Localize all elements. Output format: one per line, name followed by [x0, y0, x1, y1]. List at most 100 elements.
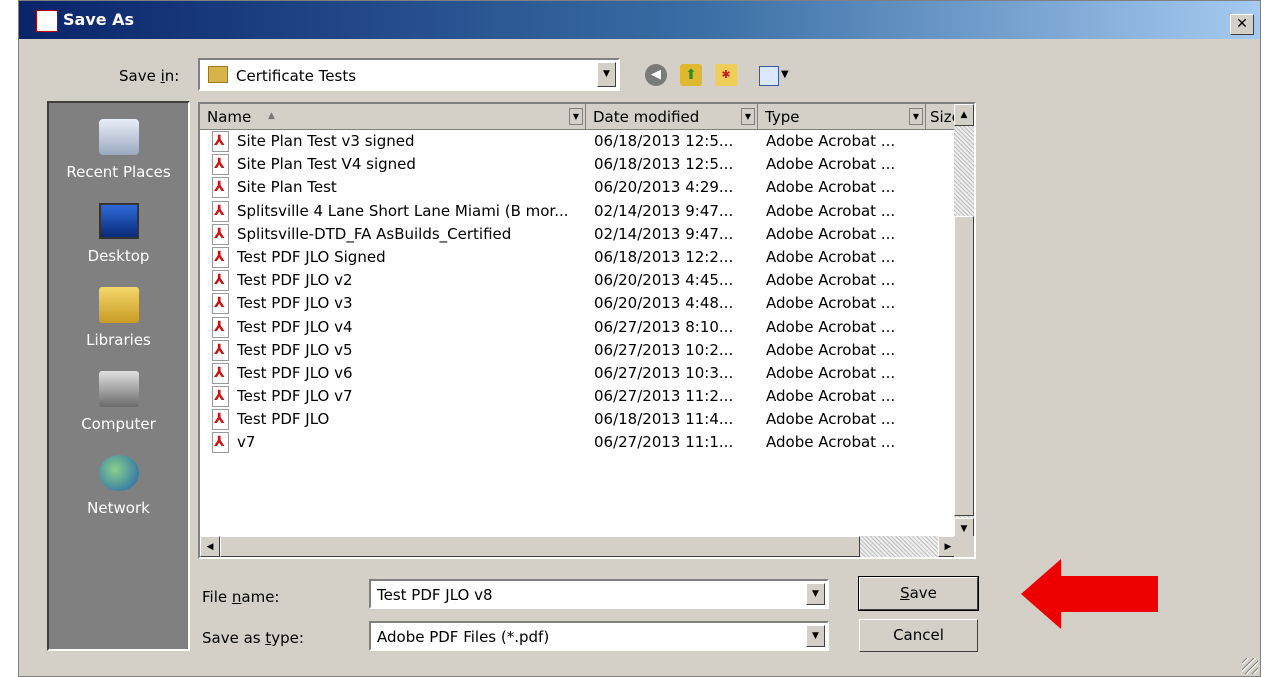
file-name-field[interactable]: Test PDF JLO v8 ▼	[369, 579, 829, 609]
file-rows: ⅄ Site Plan Test v3 signed 06/18/2013 12:5…	[200, 130, 960, 455]
horizontal-scrollbar[interactable]: ◀ ▶	[200, 536, 958, 557]
file-name: Test PDF JLO	[237, 410, 330, 429]
file-date-modified: 06/18/2013 12:5...	[594, 132, 734, 150]
title-bar[interactable]: Save As ✕	[19, 1, 1260, 39]
file-date-modified: 02/14/2013 9:47...	[594, 201, 734, 220]
resize-grip-icon[interactable]	[1242, 658, 1258, 674]
up-folder-icon[interactable]: ⬆	[680, 64, 702, 86]
file-date-modified: 06/27/2013 10:3...	[594, 363, 734, 382]
file-name: Test PDF JLO v7	[237, 387, 353, 406]
file-name: Site Plan Test v3 signed	[237, 132, 415, 150]
file-row[interactable]: ⅄ Test PDF JLO v6 06/27/2013 10:3... Adobe …	[200, 362, 960, 385]
views-dropdown-icon[interactable]: ▼	[781, 69, 789, 80]
file-row[interactable]: ⅄ Test PDF JLO v4 06/27/2013 8:10... Adobe …	[200, 316, 960, 339]
file-name: Test PDF JLO v4	[237, 317, 353, 336]
sort-ascending-icon: ▲	[268, 111, 275, 121]
scroll-left-icon[interactable]: ◀	[200, 536, 220, 557]
file-name: Test PDF JLO Signed	[237, 247, 386, 266]
file-type: Adobe Acrobat ...	[766, 132, 896, 150]
vertical-scroll-thumb[interactable]	[954, 216, 974, 516]
file-row[interactable]: ⅄ Splitsville-DTD_FA AsBuilds_Certified 02…	[200, 223, 960, 246]
pdf-file-icon: ⅄	[212, 131, 231, 152]
libraries-icon	[98, 287, 139, 323]
pdf-file-icon: ⅄	[212, 409, 231, 431]
file-row[interactable]: ⅄ Site Plan Test v3 signed 06/18/2013 12:5…	[200, 130, 960, 153]
file-name: Test PDF JLO v5	[237, 340, 353, 359]
file-row[interactable]: ⅄ Test PDF JLO v3 06/20/2013 4:48... Adobe …	[200, 292, 960, 315]
file-list[interactable]: Name ▲ ▼ Date modified ▼ Type ▼ Size ⅄ Si…	[198, 102, 976, 559]
save-as-type-dropdown[interactable]: Adobe PDF Files (*.pdf) ▼	[369, 621, 829, 651]
place-libraries[interactable]: Libraries	[49, 281, 188, 363]
file-date-modified: 06/20/2013 4:45...	[594, 271, 734, 290]
pdf-file-icon: ⅄	[212, 270, 231, 292]
place-network[interactable]: Network	[49, 449, 188, 531]
place-recent-places[interactable]: Recent Places	[49, 113, 188, 195]
pdf-file-icon: ⅄	[212, 200, 231, 222]
save-as-type-label: Save as type:	[202, 629, 304, 647]
place-label: Recent Places	[66, 163, 171, 181]
file-type: Adobe Acrobat ...	[766, 155, 896, 174]
red-arrow-annotation-icon	[1021, 559, 1158, 629]
chevron-down-icon[interactable]: ▼	[741, 108, 755, 125]
pdf-file-icon: ⅄	[212, 293, 231, 315]
pdf-file-icon: ⅄	[212, 339, 231, 361]
file-row[interactable]: ⅄ Test PDF JLO 06/18/2013 11:4... Adobe Acr…	[200, 408, 960, 431]
file-date-modified: 06/18/2013 12:2...	[594, 247, 734, 266]
new-folder-icon[interactable]: ✱	[715, 64, 737, 86]
save-in-label: Save in:	[119, 67, 180, 85]
file-type: Adobe Acrobat ...	[766, 363, 896, 382]
file-row[interactable]: ⅄ Site Plan Test 06/20/2013 4:29... Adobe A…	[200, 176, 960, 199]
places-bar: Recent Places Desktop Libraries Computer…	[47, 101, 190, 651]
file-row[interactable]: ⅄ Test PDF JLO Signed 06/18/2013 12:2... Ad…	[200, 246, 960, 269]
computer-icon	[98, 371, 139, 407]
column-header-name[interactable]: Name ▲ ▼	[200, 104, 586, 130]
column-header-date-modified[interactable]: Date modified ▼	[586, 104, 758, 130]
file-type: Adobe Acrobat ...	[766, 201, 896, 220]
place-label: Libraries	[86, 331, 151, 349]
chevron-down-icon[interactable]: ▼	[806, 583, 825, 605]
cancel-button[interactable]: Cancel	[859, 619, 978, 652]
network-icon	[98, 455, 139, 491]
chevron-down-icon[interactable]: ▼	[806, 625, 825, 647]
column-header-type[interactable]: Type ▼	[758, 104, 926, 130]
pdf-file-icon: ⅄	[212, 316, 231, 338]
place-computer[interactable]: Computer	[49, 365, 188, 447]
vertical-scrollbar[interactable]: ▲ ▼	[954, 104, 974, 540]
chevron-down-icon[interactable]: ▼	[909, 108, 923, 125]
scrollbar-corner	[954, 536, 974, 557]
file-row[interactable]: ⅄ Site Plan Test V4 signed 06/18/2013 12:5…	[200, 153, 960, 176]
file-date-modified: 06/18/2013 11:4...	[594, 410, 734, 429]
file-row[interactable]: ⅄ v7 06/27/2013 11:1... Adobe Acrobat ...	[200, 431, 960, 454]
file-type: Adobe Acrobat ...	[766, 410, 896, 429]
close-button[interactable]: ✕	[1230, 14, 1254, 35]
save-button[interactable]: Save	[858, 576, 979, 611]
chevron-down-icon[interactable]: ▼	[597, 62, 616, 87]
save-as-type-value: Adobe PDF Files (*.pdf)	[377, 628, 550, 646]
file-type: Adobe Acrobat ...	[766, 317, 896, 336]
pdf-file-icon: ⅄	[212, 246, 231, 268]
chevron-down-icon[interactable]: ▼	[569, 108, 583, 125]
views-icon[interactable]	[759, 66, 779, 86]
file-name: Site Plan Test	[237, 178, 337, 197]
save-in-dropdown[interactable]: Certificate Tests ▼	[198, 58, 620, 91]
file-name: Test PDF JLO v2	[237, 271, 353, 290]
back-icon[interactable]: ◀	[645, 64, 667, 86]
file-date-modified: 06/20/2013 4:29...	[594, 178, 734, 197]
scroll-up-icon[interactable]: ▲	[954, 104, 974, 126]
file-row[interactable]: ⅄ Test PDF JLO v7 06/27/2013 11:2... Adobe …	[200, 385, 960, 408]
file-type: Adobe Acrobat ...	[766, 387, 896, 406]
file-row[interactable]: ⅄ Test PDF JLO v5 06/27/2013 10:2... Adobe …	[200, 339, 960, 362]
file-date-modified: 06/27/2013 8:10...	[594, 317, 734, 336]
file-row[interactable]: ⅄ Test PDF JLO v2 06/20/2013 4:45... Adobe …	[200, 269, 960, 292]
file-date-modified: 06/27/2013 11:1...	[594, 433, 734, 452]
place-label: Computer	[81, 415, 156, 433]
place-desktop[interactable]: Desktop	[49, 197, 188, 279]
folder-icon	[208, 66, 228, 83]
horizontal-scroll-thumb[interactable]	[220, 536, 860, 557]
pdf-file-icon: ⅄	[212, 432, 231, 454]
place-label: Desktop	[87, 247, 150, 265]
file-type: Adobe Acrobat ...	[766, 271, 896, 290]
file-row[interactable]: ⅄ Splitsville 4 Lane Short Lane Miami (B …	[200, 200, 960, 223]
desktop-icon	[98, 203, 139, 239]
recent-places-icon	[98, 119, 139, 155]
